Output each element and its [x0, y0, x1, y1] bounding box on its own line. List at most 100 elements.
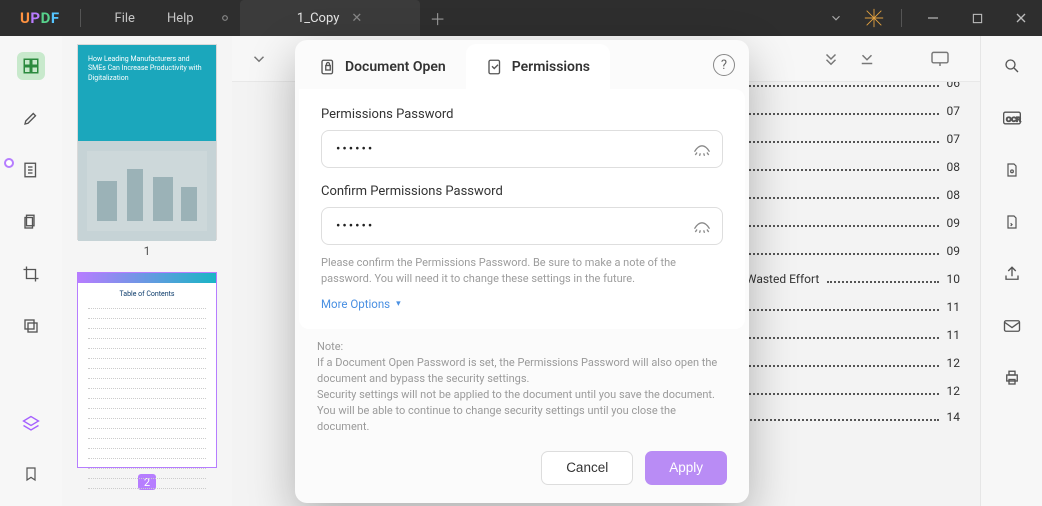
- chevron-icon[interactable]: [250, 50, 268, 68]
- dots-leader: [827, 281, 938, 283]
- page-number: 12: [947, 384, 961, 398]
- layers-icon[interactable]: [17, 410, 45, 438]
- search-icon[interactable]: [998, 52, 1026, 80]
- crop-icon[interactable]: [17, 260, 45, 288]
- tab-home[interactable]: [210, 11, 240, 25]
- dots-leader: [732, 365, 939, 367]
- app-logo: UPDF: [0, 9, 80, 27]
- bookmark-icon[interactable]: [17, 460, 45, 488]
- menu-help[interactable]: Help: [151, 11, 210, 26]
- toc-row: 12: [732, 356, 960, 370]
- lock-icon: [319, 58, 337, 76]
- page-number: 07: [947, 104, 961, 118]
- confirm-password-input[interactable]: ••••••: [321, 207, 723, 245]
- thumbnail-title: How Leading Manufacturers and SMEs Can I…: [88, 55, 202, 82]
- more-options-link[interactable]: More Options ▾: [321, 297, 723, 311]
- dots-leader: [732, 309, 939, 311]
- dots-leader: [732, 141, 939, 143]
- tab-document-open[interactable]: Document Open: [299, 44, 466, 89]
- permissions-password-label: Permissions Password: [321, 107, 723, 122]
- outline-icon[interactable]: [17, 156, 45, 184]
- share-icon[interactable]: [998, 260, 1026, 288]
- toc-row: 07: [732, 104, 960, 118]
- toc-row: 09: [732, 216, 960, 230]
- left-toolbar: [0, 36, 62, 506]
- page-number: 09: [947, 216, 961, 230]
- triangle-down-icon: ▾: [396, 299, 401, 309]
- page-number: 10: [947, 272, 961, 286]
- presentation-icon[interactable]: [930, 50, 950, 68]
- dots-leader: [732, 113, 939, 115]
- menu-file[interactable]: File: [99, 11, 151, 26]
- thumbnail-page-2[interactable]: Table of Contents: [77, 272, 217, 468]
- thumbnails-icon[interactable]: [17, 52, 45, 80]
- thumbnail-page-1[interactable]: How Leading Manufacturers and SMEs Can I…: [77, 44, 217, 240]
- more-options-label: More Options: [321, 297, 390, 311]
- note-line: If a Document Open Password is set, the …: [317, 355, 727, 387]
- toc-row: or Wasted Effort10: [732, 272, 960, 286]
- maximize-button[interactable]: [960, 4, 994, 32]
- help-icon[interactable]: ?: [713, 54, 735, 76]
- right-toolbar: OCR: [980, 36, 1042, 506]
- title-bar: UPDF File Help 1_Copy ✕ ＋: [0, 0, 1042, 36]
- copy-icon[interactable]: [17, 312, 45, 340]
- page-number: 12: [947, 356, 961, 370]
- page-number: 14: [947, 410, 961, 424]
- eye-icon[interactable]: [692, 217, 712, 237]
- tab-active[interactable]: 1_Copy ✕: [240, 0, 420, 36]
- page-number: 08: [947, 160, 961, 174]
- print-icon[interactable]: [998, 364, 1026, 392]
- svg-text:OCR: OCR: [1006, 116, 1021, 123]
- new-tab-button[interactable]: ＋: [420, 6, 456, 30]
- toc-row: 11: [732, 328, 960, 342]
- marker-icon[interactable]: [17, 104, 45, 132]
- page-number: 11: [947, 328, 961, 342]
- page-icon[interactable]: [998, 208, 1026, 236]
- password-value: ••••••: [336, 142, 374, 157]
- tab-label: 1_Copy: [297, 11, 339, 26]
- note-line: Security settings will not be applied to…: [317, 387, 727, 435]
- pages-icon[interactable]: [17, 208, 45, 236]
- page-number: 08: [947, 188, 961, 202]
- confirm-hint-text: Please confirm the Permissions Password.…: [321, 255, 723, 287]
- page-number: 07: [947, 132, 961, 146]
- close-icon[interactable]: ✕: [347, 9, 366, 28]
- permissions-password-input[interactable]: ••••••: [321, 130, 723, 168]
- divider: [901, 9, 902, 27]
- dots-leader: [739, 419, 939, 421]
- dots-leader: [732, 253, 939, 255]
- thumbnail-number-1: 1: [144, 244, 151, 258]
- thumbnails-panel: How Leading Manufacturers and SMEs Can I…: [62, 36, 232, 506]
- toc-row: 07: [732, 132, 960, 146]
- minimize-button[interactable]: [916, 4, 950, 32]
- dots-leader: [732, 197, 939, 199]
- eye-icon[interactable]: [692, 140, 712, 160]
- confirm-password-label: Confirm Permissions Password: [321, 184, 723, 199]
- dots-leader: [746, 393, 938, 395]
- cancel-button[interactable]: Cancel: [541, 451, 633, 485]
- toc-row: 09: [732, 244, 960, 258]
- dots-leader: [732, 337, 939, 339]
- scroll-down-icon[interactable]: [822, 50, 840, 68]
- drag-handle-icon[interactable]: [4, 158, 14, 168]
- toc-row: 08: [732, 188, 960, 202]
- tab-permissions[interactable]: Permissions: [466, 44, 610, 89]
- scroll-bottom-icon[interactable]: [858, 50, 876, 68]
- thumbnail-toc-title: Table of Contents: [78, 283, 216, 302]
- note-title: Note:: [317, 339, 727, 355]
- ai-sparkle-icon[interactable]: [861, 5, 887, 31]
- tab-label: Document Open: [345, 59, 446, 75]
- dots-leader: [732, 85, 939, 87]
- mail-icon[interactable]: [998, 312, 1026, 340]
- page-number: 11: [947, 300, 961, 314]
- divider: [80, 9, 81, 27]
- dots-leader: [732, 225, 939, 227]
- apply-button[interactable]: Apply: [645, 451, 727, 485]
- close-button[interactable]: [1004, 4, 1038, 32]
- dialog-note: Note: If a Document Open Password is set…: [295, 329, 749, 437]
- chevron-down-icon[interactable]: [821, 11, 851, 25]
- permissions-dialog: Document Open Permissions ? Permissions …: [295, 40, 749, 503]
- file-icon[interactable]: [998, 156, 1026, 184]
- dots-leader: [732, 169, 939, 171]
- ocr-icon[interactable]: OCR: [998, 104, 1026, 132]
